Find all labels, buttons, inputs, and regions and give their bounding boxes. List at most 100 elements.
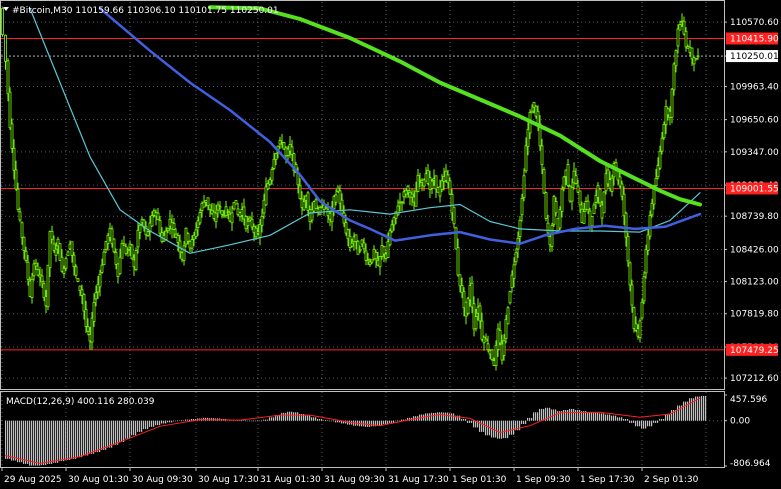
candle-body: [586, 200, 590, 211]
candle-body: [306, 192, 310, 211]
candle-body: [498, 330, 502, 344]
macd-bar: [181, 420, 183, 421]
candle-body: [570, 186, 574, 202]
candle-body: [16, 188, 20, 210]
candle-body: [290, 146, 294, 155]
macd-bar: [315, 417, 317, 421]
x-tick-label: 1 Sep 17:30: [580, 475, 635, 485]
candle-body: [8, 91, 12, 129]
candle-body: [226, 211, 230, 213]
macd-bar: [291, 411, 293, 421]
macd-bar: [17, 420, 19, 463]
candle-body: [560, 188, 564, 212]
macd-bar: [257, 420, 259, 422]
candle-body: [638, 320, 642, 338]
macd-bar: [551, 409, 553, 421]
macd-bar: [397, 420, 399, 422]
candle-body: [512, 264, 516, 279]
candle-body: [406, 185, 410, 191]
candle-body: [490, 349, 494, 361]
candle-body: [86, 326, 90, 332]
macd-bar: [385, 420, 387, 425]
macd-bar: [271, 417, 273, 421]
y-tick-label: 108426.00: [730, 245, 779, 255]
macd-bar: [163, 420, 165, 424]
macd-bar: [97, 420, 99, 453]
macd-bar: [319, 419, 321, 421]
candle-body: [628, 262, 632, 286]
macd-title: MACD(12,26,9) 400.116 280.039: [6, 397, 155, 407]
macd-bar: [321, 419, 323, 421]
macd-bar: [23, 420, 25, 464]
candle-body: [208, 204, 212, 210]
macd-tick-label: 0.00: [730, 417, 750, 427]
macd-bar: [93, 420, 95, 454]
y-tick-label: 109650.60: [730, 116, 779, 126]
candle-body: [150, 215, 154, 227]
candle-body: [126, 249, 130, 252]
candle-body: [522, 175, 526, 198]
candle-body: [198, 212, 202, 224]
macd-bar: [679, 405, 681, 421]
candle-body: [260, 216, 264, 226]
macd-bar: [57, 420, 59, 463]
candle-body: [98, 273, 102, 288]
macd-bar: [155, 420, 157, 426]
macd-bar: [691, 398, 693, 421]
macd-bar: [533, 412, 535, 421]
macd-bar: [39, 420, 41, 466]
candle-body: [626, 235, 630, 262]
current-price-label: 110250.01: [730, 52, 779, 62]
x-tick-label: 30 Aug 09:30: [132, 475, 193, 485]
macd-bar: [27, 420, 29, 464]
macd-bar: [15, 420, 17, 461]
macd-bar: [607, 414, 609, 421]
macd-bar: [539, 408, 541, 421]
x-tick-label: 31 Aug 09:30: [324, 475, 385, 485]
macd-bar: [109, 420, 111, 448]
macd-bar: [127, 420, 129, 439]
candle-body: [362, 242, 366, 250]
macd-bar: [439, 412, 441, 421]
candle-body: [416, 174, 420, 192]
macd-bar: [295, 412, 297, 421]
candle-body: [502, 340, 506, 356]
candle-body: [250, 218, 254, 228]
macd-bar: [683, 401, 685, 421]
macd-bar: [37, 420, 39, 466]
candle-body: [566, 164, 570, 186]
macd-bar: [431, 412, 433, 421]
macd-bar: [251, 420, 253, 422]
level-price-label: 109001.55: [730, 184, 779, 194]
candle-body: [36, 269, 40, 276]
candle-body: [146, 231, 150, 237]
candle-body: [470, 282, 474, 308]
candle-body: [62, 267, 66, 274]
macd-bar: [663, 419, 665, 421]
macd-bar: [429, 413, 431, 421]
macd-bar: [281, 412, 283, 421]
macd-bar: [611, 415, 613, 421]
candle-body: [34, 262, 38, 267]
macd-bar: [313, 417, 315, 421]
candle-body: [694, 57, 698, 61]
macd-bar: [331, 420, 333, 422]
candle-body: [514, 252, 518, 263]
macd-bar: [25, 420, 27, 464]
macd-bar: [151, 420, 153, 427]
candle-body: [350, 242, 354, 247]
candle-body: [480, 320, 484, 340]
candle-body: [452, 206, 456, 225]
macd-bar: [605, 414, 607, 421]
candle-body: [122, 243, 126, 246]
macd-bar: [483, 420, 485, 432]
candle-body: [158, 220, 162, 234]
macd-bar: [569, 408, 571, 421]
macd-bar: [657, 420, 659, 423]
candle-body: [696, 55, 700, 58]
macd-bar: [565, 410, 567, 421]
candle-body: [74, 266, 78, 276]
candle-body: [430, 180, 434, 189]
macd-bar: [437, 412, 439, 421]
macd-bar: [667, 414, 669, 421]
